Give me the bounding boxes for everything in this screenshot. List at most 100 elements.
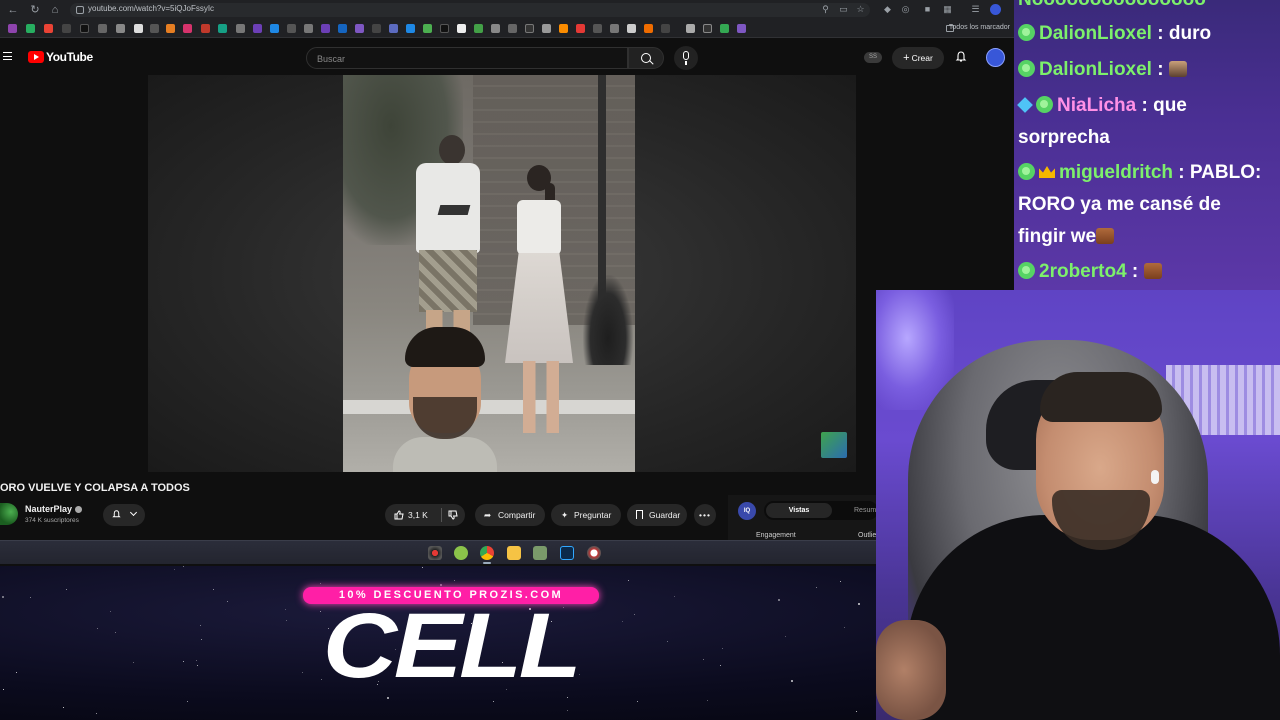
app-icon[interactable] (454, 546, 468, 560)
download-icon[interactable] (150, 24, 159, 33)
bookmark-icon[interactable] (270, 24, 279, 33)
extension-tabs: Vistas Resum (764, 501, 878, 520)
extension-logo[interactable]: IQ (738, 502, 756, 520)
gmail-icon[interactable] (44, 24, 53, 33)
bookmark-icon[interactable] (372, 24, 381, 33)
instagram-icon[interactable] (183, 24, 192, 33)
bookmark-icon[interactable] (201, 24, 210, 33)
ss-extension-badge[interactable]: SS (864, 52, 882, 63)
home-icon[interactable]: ⌂ (48, 3, 62, 17)
bookmark-icon[interactable] (355, 24, 364, 33)
promo-word: CELL (322, 595, 582, 697)
address-bar[interactable]: youtube.com/watch?v=5iQJoFssyIc (70, 3, 870, 17)
bookmark-icon[interactable] (661, 24, 670, 33)
notifications-icon[interactable] (955, 51, 967, 63)
bookmark-icon[interactable] (457, 24, 466, 33)
bookmark-icon[interactable] (627, 24, 636, 33)
bookmark-icon[interactable] (703, 24, 712, 33)
twitch-icon[interactable] (253, 24, 262, 33)
search-input[interactable] (317, 52, 617, 65)
bookmark-icon[interactable] (26, 24, 35, 33)
chat-username[interactable]: DalionLioxel (1039, 23, 1152, 44)
chat-username[interactable]: migueldritch (1059, 162, 1173, 183)
app-icon[interactable] (533, 546, 547, 560)
subscription-bell-button[interactable] (103, 504, 145, 526)
cast-icon[interactable]: ▭ (838, 4, 849, 15)
all-bookmarks-link[interactable]: Todos los marcador (949, 24, 1010, 31)
app-icon[interactable] (587, 546, 601, 560)
bookmark-icon[interactable] (737, 24, 746, 33)
like-count[interactable]: 3,1 K (408, 504, 428, 526)
drive-icon[interactable] (720, 24, 729, 33)
back-icon[interactable]: ← (6, 3, 20, 17)
extension-icon[interactable]: ◆ (882, 4, 893, 15)
bookmark-icon[interactable] (406, 24, 415, 33)
bookmark-icon[interactable] (508, 24, 517, 33)
bookmark-icon[interactable] (559, 24, 568, 33)
ask-button[interactable]: ✦ Preguntar (551, 504, 621, 526)
puzzle-icon[interactable]: ▦ (942, 4, 953, 15)
bookmark-star-icon[interactable]: ☆ (855, 4, 866, 15)
bookmark-icon[interactable] (525, 24, 534, 33)
bookmark-icon[interactable] (166, 24, 175, 33)
bookmark-icon[interactable] (236, 24, 245, 33)
bookmark-icon[interactable] (321, 24, 330, 33)
bookmark-icon[interactable] (491, 24, 500, 33)
thumbs-down-icon[interactable] (448, 510, 458, 520)
thumbs-up-icon[interactable] (394, 510, 404, 520)
channel-watermark[interactable] (821, 432, 847, 458)
profile-icon[interactable] (990, 4, 1001, 15)
bookmark-icon[interactable] (338, 24, 347, 33)
file-explorer-icon[interactable] (507, 546, 521, 560)
create-button[interactable]: + Crear (892, 47, 944, 69)
bookmark-icon[interactable] (610, 24, 619, 33)
channel-avatar[interactable] (0, 503, 18, 525)
bookmark-icon[interactable] (287, 24, 296, 33)
bookmark-icon[interactable] (644, 24, 653, 33)
star (567, 697, 568, 698)
extension-icon[interactable]: ◎ (900, 4, 911, 15)
bookmark-icon[interactable] (423, 24, 432, 33)
chat-username[interactable]: DalionLioxel (1039, 59, 1152, 80)
more-actions-button[interactable]: ••• (694, 504, 716, 526)
tiktok-icon[interactable] (80, 24, 89, 33)
bookmark-icon[interactable] (686, 24, 695, 33)
bookmark-icon[interactable] (474, 24, 483, 33)
search-box[interactable] (306, 47, 628, 69)
x-icon[interactable] (62, 24, 71, 33)
bookmark-icon[interactable] (8, 24, 17, 33)
bookmark-icon[interactable] (218, 24, 227, 33)
bookmark-icon[interactable] (542, 24, 551, 33)
bookmark-icon[interactable] (304, 24, 313, 33)
bookmark-icon[interactable] (440, 24, 449, 33)
chat-username[interactable]: 2roberto4 (1039, 261, 1127, 282)
youtube-brand[interactable]: YouTube (46, 50, 93, 64)
search-button[interactable] (628, 47, 664, 69)
save-button[interactable]: Guardar (627, 504, 687, 526)
photoshop-icon[interactable] (560, 546, 574, 560)
bookmark-icon[interactable] (576, 24, 585, 33)
bookmark-icon[interactable] (593, 24, 602, 33)
zoom-icon[interactable]: ⚲ (820, 4, 831, 15)
bookmark-icon[interactable] (98, 24, 107, 33)
account-avatar[interactable] (986, 48, 1005, 67)
tab-views[interactable]: Vistas (766, 503, 832, 518)
youtube-logo-icon[interactable] (28, 51, 44, 63)
obs-icon[interactable] (428, 546, 442, 560)
chat-username[interactable]: NiaLicha (1057, 95, 1136, 116)
menu-icon[interactable] (3, 52, 12, 60)
extension-icon[interactable]: ■ (922, 4, 933, 15)
reload-icon[interactable]: ↻ (28, 3, 42, 17)
channel-name[interactable]: NauterPlay (25, 504, 72, 514)
share-icon: ➦ (484, 510, 492, 520)
chrome-icon[interactable] (480, 546, 494, 560)
video-player[interactable] (148, 75, 856, 472)
bookmark-icon[interactable] (389, 24, 398, 33)
share-button[interactable]: ➦ Compartir (475, 504, 545, 526)
site-info-icon[interactable] (76, 6, 84, 14)
tab-summary[interactable]: Resum (854, 503, 876, 518)
voice-search-button[interactable] (674, 46, 698, 70)
reading-list-icon[interactable]: ☰ (970, 4, 981, 15)
bookmark-icon[interactable] (116, 24, 125, 33)
bookmark-icon[interactable] (134, 24, 143, 33)
